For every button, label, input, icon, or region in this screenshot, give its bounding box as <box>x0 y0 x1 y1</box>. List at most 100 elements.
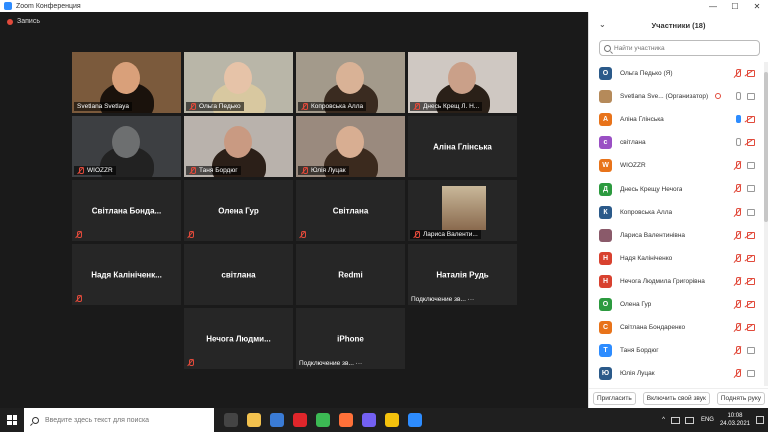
participant-search-input[interactable] <box>614 44 754 52</box>
close-button[interactable]: ✕ <box>746 0 768 12</box>
notifications-icon[interactable] <box>756 416 764 424</box>
muted-mic-icon <box>734 346 741 355</box>
taskbar-search-input[interactable] <box>45 416 205 424</box>
participant-row[interactable]: Н Нечога Людмила Григорівна <box>589 270 765 293</box>
video-tile[interactable]: Юлія Луцак <box>296 116 405 177</box>
taskbar-search[interactable] <box>24 408 214 432</box>
zoom-app-icon <box>4 2 12 10</box>
participant-row[interactable]: С Світлана Бондаренко <box>589 316 765 339</box>
participant-name: Копровська Алла <box>620 208 673 216</box>
participant-row[interactable]: А Аліна Глінська <box>589 108 765 131</box>
avatar: С <box>599 321 612 335</box>
tile-participant-name: Наталія Рудь <box>436 270 489 279</box>
task-view-icon[interactable] <box>224 413 238 427</box>
muted-mic-icon <box>734 369 741 378</box>
tile-participant-name: Redmi <box>338 270 363 279</box>
video-tile[interactable]: Аліна Глінська <box>408 116 517 177</box>
invite-button[interactable]: Пригласить <box>593 392 636 405</box>
chrome-alt-icon[interactable] <box>385 413 399 427</box>
tile-participant-name: iPhone <box>337 334 364 343</box>
muted-mic-icon <box>301 167 308 174</box>
video-off-icon <box>747 116 757 124</box>
video-tile[interactable]: Наталія Рудь Подключение зв... ··· <box>408 244 517 305</box>
network-icon[interactable] <box>670 416 680 424</box>
viber-icon[interactable] <box>362 413 376 427</box>
unmute-self-button[interactable]: Включить свой звук <box>642 392 710 405</box>
raise-hand-button[interactable]: Поднять руку <box>716 392 765 405</box>
window-title: Zoom Конференция <box>16 2 81 10</box>
participant-list-scrollbar[interactable] <box>764 62 768 386</box>
video-tile[interactable]: світлана <box>184 244 293 305</box>
muted-mic-icon <box>734 69 741 78</box>
participant-list: О Ольга Педько (Я) Svetlana Sve... (Органи… <box>589 62 765 386</box>
zoom-icon[interactable] <box>408 413 422 427</box>
video-tile[interactable]: iPhone Подключение зв... ··· <box>296 308 405 369</box>
participant-row[interactable]: с світлана <box>589 131 765 154</box>
video-tile[interactable]: Таня Бордюг <box>184 116 293 177</box>
participant-row[interactable]: О Ольга Педько (Я) <box>589 62 765 85</box>
muted-mic-icon <box>187 359 194 366</box>
maximize-button[interactable]: ☐ <box>724 0 746 12</box>
video-tile[interactable]: Днесь Крещ Л. Н... <box>408 52 517 113</box>
chevron-down-icon[interactable]: ⌄ <box>599 20 606 29</box>
muted-mic-icon <box>734 276 741 286</box>
firefox-icon[interactable] <box>339 413 353 427</box>
clock[interactable]: 10:08 24.03.2021 <box>720 412 750 428</box>
participant-row[interactable]: W WIOZZR <box>589 154 765 177</box>
participant-row[interactable]: Ю Юлія Луцак <box>589 362 765 385</box>
volume-icon[interactable] <box>684 416 694 424</box>
avatar: Д <box>599 182 612 196</box>
participant-row[interactable]: К Копровська Алла <box>589 201 765 224</box>
video-tile[interactable]: Svetlana Svetlaya <box>72 52 181 113</box>
start-button[interactable] <box>0 408 24 432</box>
tile-name-label: WIOZZR <box>74 166 116 175</box>
video-tile[interactable]: Копровська Алла <box>296 52 405 113</box>
tile-participant-name: Світлана <box>332 206 369 215</box>
tray-chevron-icon[interactable]: ^ <box>662 417 665 423</box>
video-tile[interactable]: Ольга Педько <box>184 52 293 113</box>
minimize-button[interactable]: — <box>702 0 724 12</box>
participant-search[interactable] <box>599 40 760 56</box>
language-indicator[interactable]: ENG <box>701 417 714 423</box>
mail-icon[interactable] <box>270 413 284 427</box>
avatar <box>599 90 612 104</box>
video-tile[interactable]: Олена Гур <box>184 180 293 241</box>
video-tile[interactable]: Лариса Валенти... <box>408 180 517 241</box>
tile-participant-name: Нечога Людми... <box>206 334 271 343</box>
participant-row[interactable]: Т Таня Бордюг <box>589 339 765 362</box>
participant-name: WIOZZR <box>620 162 646 170</box>
video-tile[interactable]: Світлана Бонда... <box>72 180 181 241</box>
muted-mic-icon <box>734 184 741 193</box>
recording-label: Запись <box>17 18 40 25</box>
participant-row[interactable]: О Олена Гур <box>589 293 765 316</box>
participant-row[interactable]: Д Днесь Крещу Нечога <box>589 177 765 200</box>
file-explorer-icon[interactable] <box>247 413 261 427</box>
participants-panel: ⌄ Участники (18) О Ольга Педько (Я) Svetla… <box>588 12 768 408</box>
chrome-icon[interactable] <box>316 413 330 427</box>
tile-participant-name: Копровська Алла <box>311 103 364 110</box>
participant-row[interactable]: Н Надя Калініченко <box>589 247 765 270</box>
avatar: А <box>599 113 612 127</box>
video-tile[interactable]: Надя Калініченк... <box>72 244 181 305</box>
participant-row[interactable]: Лариса Валентинівна <box>589 224 765 247</box>
system-tray: ^ ENG 10:08 24.03.2021 <box>662 408 768 432</box>
muted-mic-icon <box>75 231 82 238</box>
video-tile[interactable]: Нечога Людми... <box>184 308 293 369</box>
video-tile[interactable]: Світлана <box>296 180 405 241</box>
participant-row[interactable]: Svetlana Sve... (Организатор) <box>589 85 765 108</box>
video-off-icon <box>747 324 757 332</box>
video-camera-icon <box>747 370 757 378</box>
tile-participant-name: Svetlana Svetlaya <box>77 103 130 110</box>
window-titlebar: Zoom Конференция — ☐ ✕ <box>0 0 768 12</box>
muted-mic-icon <box>734 230 741 240</box>
scrollbar-thumb[interactable] <box>764 72 768 222</box>
profile-photo <box>442 186 486 230</box>
recording-indicator[interactable]: Запись <box>7 18 40 25</box>
panel-header: ⌄ Участники (18) <box>589 12 768 38</box>
tile-name-label: Копровська Алла <box>298 102 367 111</box>
video-tile[interactable]: WIOZZR <box>72 116 181 177</box>
participant-name: Нечога Людмила Григорівна <box>620 277 705 285</box>
opera-icon[interactable] <box>293 413 307 427</box>
video-tile[interactable]: Redmi <box>296 244 405 305</box>
tile-participant-name: Світлана Бонда... <box>91 206 162 215</box>
